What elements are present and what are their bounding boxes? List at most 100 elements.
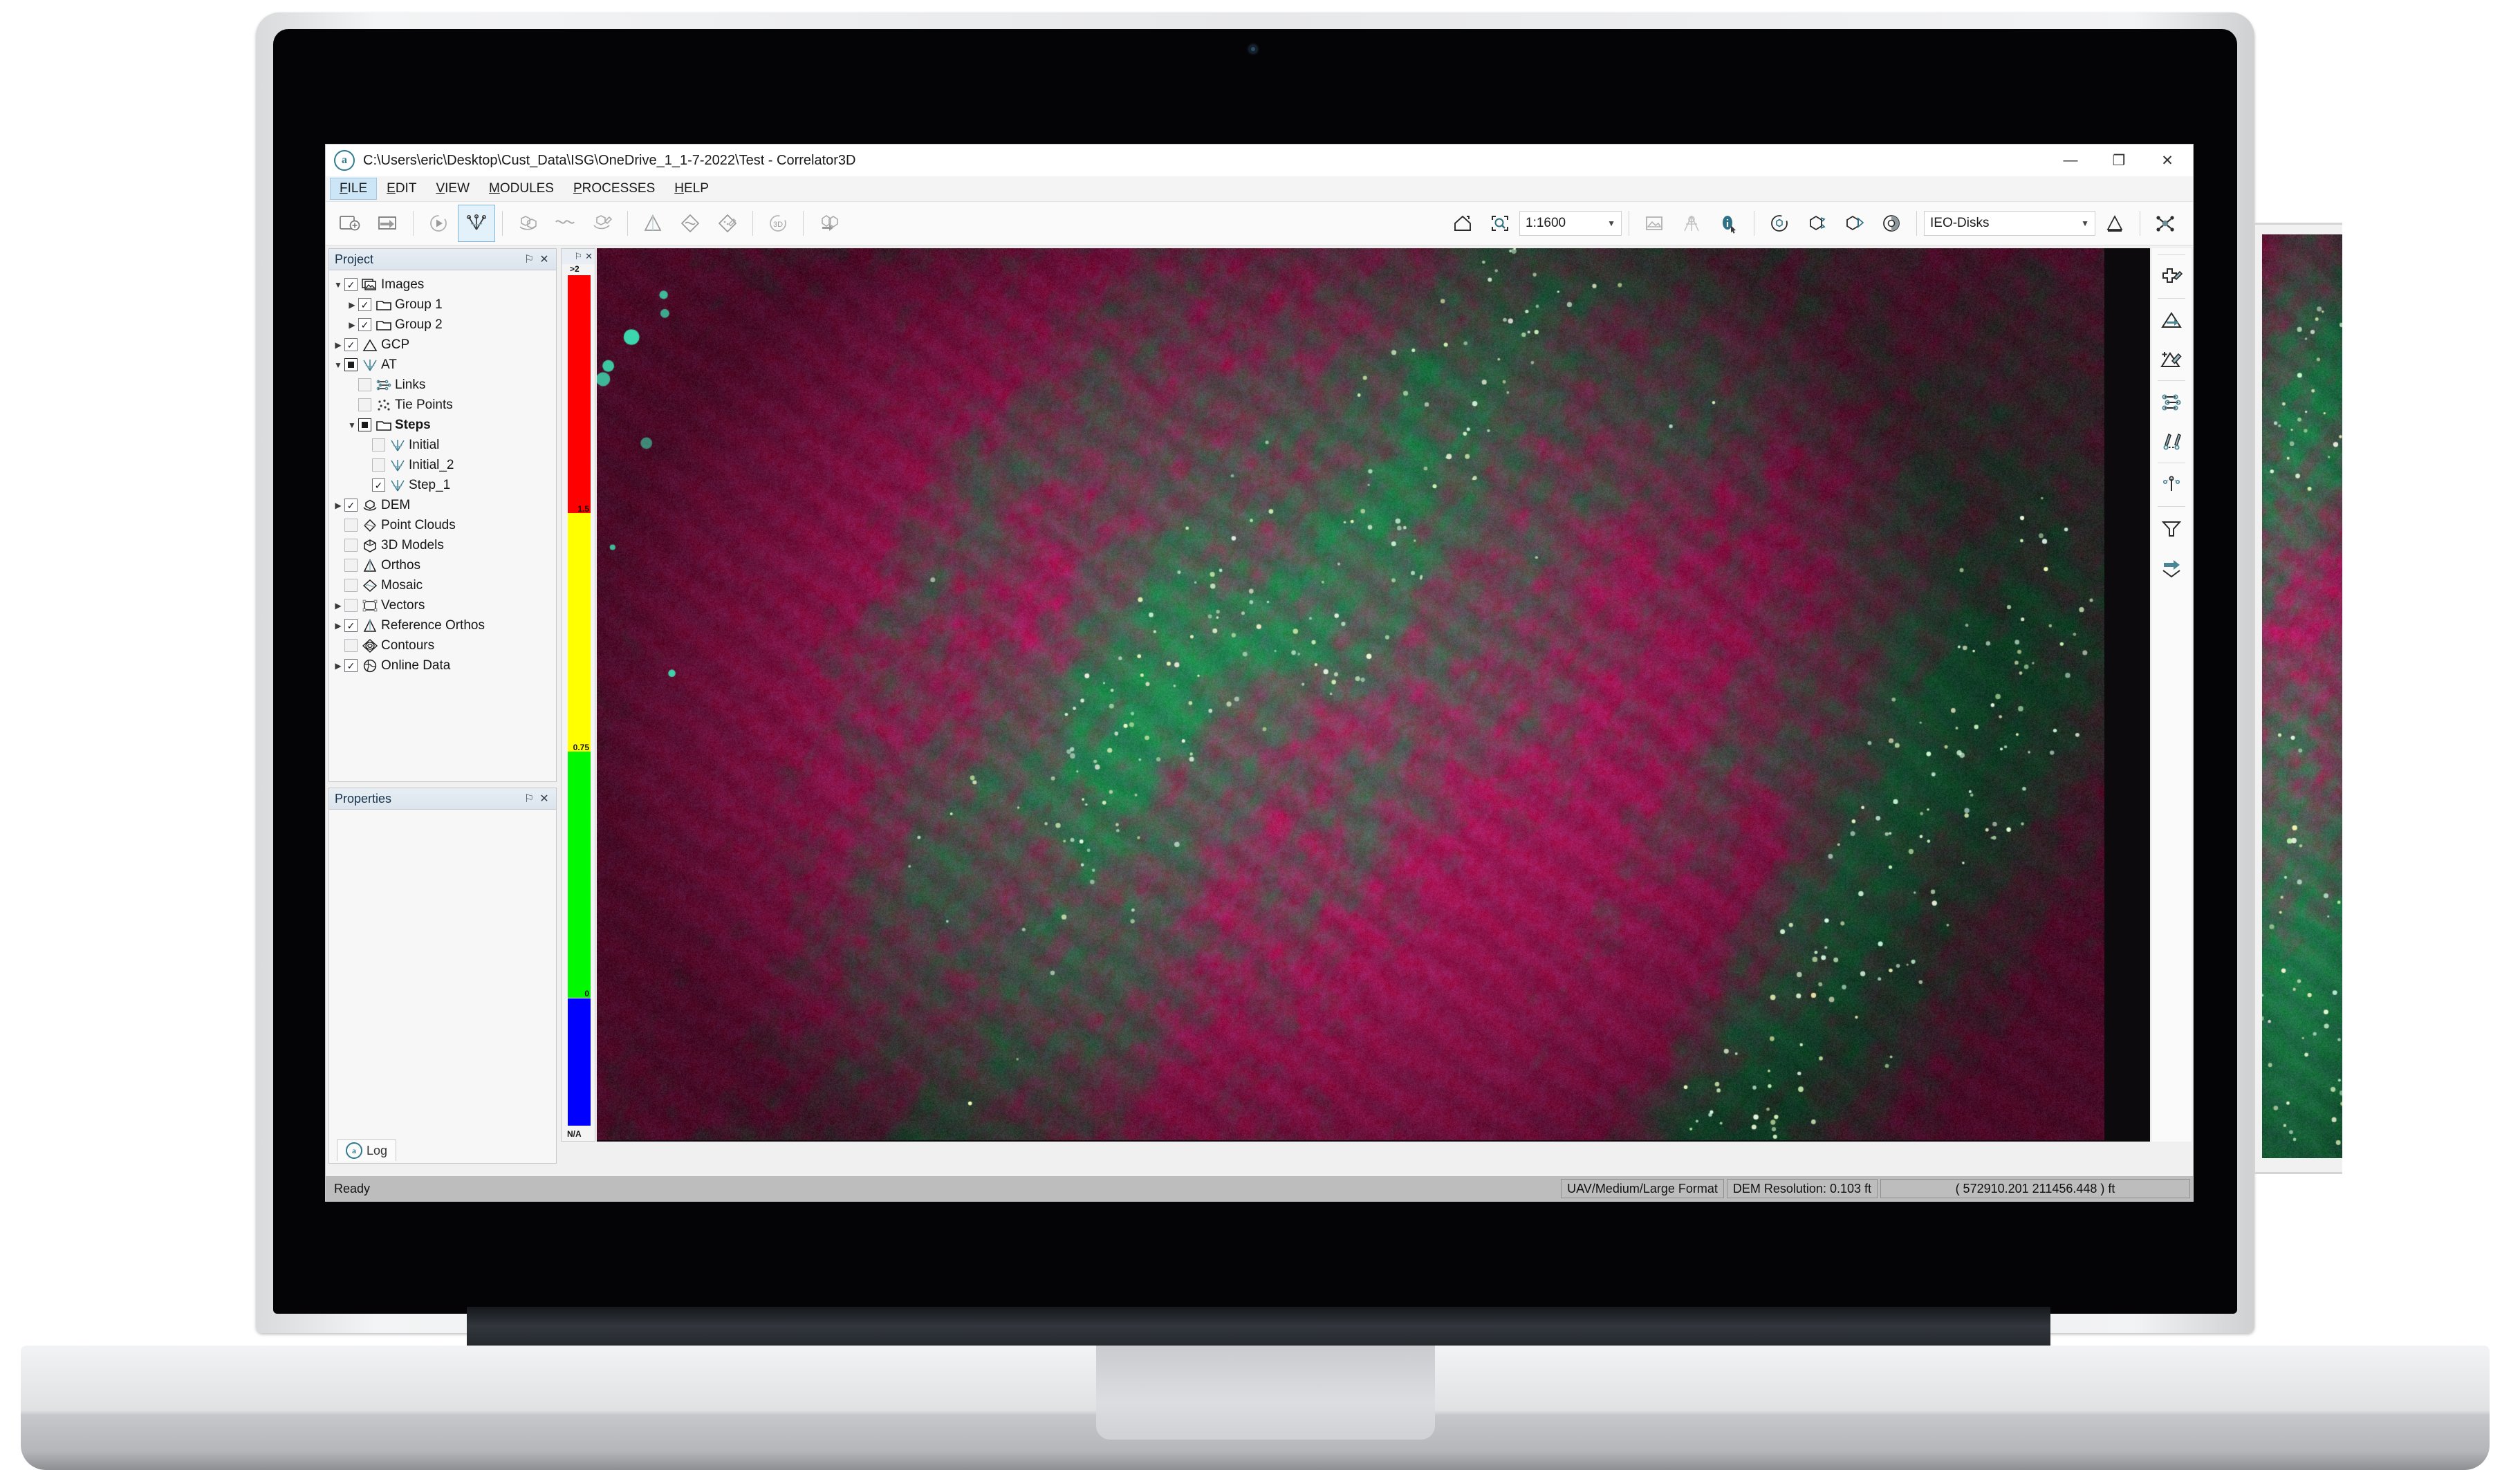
maximize-button[interactable]: ❐ bbox=[2095, 145, 2143, 176]
zoom-to-extent-icon[interactable] bbox=[1482, 205, 1518, 241]
chevron-right-icon[interactable]: ▶ bbox=[346, 300, 358, 310]
move-triangle-icon[interactable] bbox=[2154, 301, 2189, 339]
tree-item-dem[interactable]: ▶ ✓ DEM bbox=[332, 495, 556, 515]
minimize-button[interactable]: — bbox=[2046, 145, 2095, 176]
tree-item-initial-2[interactable]: ▶ Initial_2 bbox=[332, 455, 556, 475]
checkbox-vectors[interactable] bbox=[344, 599, 358, 612]
tab-log[interactable]: a Log bbox=[337, 1139, 397, 1161]
image-view-icon[interactable] bbox=[1636, 205, 1672, 241]
checkbox-initial[interactable] bbox=[372, 438, 385, 452]
run-process-icon[interactable] bbox=[420, 205, 456, 241]
dem-edit-icon[interactable] bbox=[584, 205, 620, 241]
measure-pair-icon[interactable] bbox=[2154, 422, 2189, 460]
tree-item-group-2[interactable]: ▶ ✓ Group 2 bbox=[332, 315, 556, 335]
tree-item-initial[interactable]: ▶ Initial bbox=[332, 435, 556, 455]
new-project-icon[interactable] bbox=[333, 205, 369, 241]
chevron-right-icon[interactable]: ▶ bbox=[332, 621, 344, 631]
close-icon[interactable]: ✕ bbox=[537, 792, 552, 806]
chevron-right-icon[interactable]: ▶ bbox=[346, 320, 358, 330]
dem-surface-icon[interactable] bbox=[547, 205, 583, 241]
next-arrow-icon[interactable] bbox=[2154, 548, 2189, 586]
checkbox-tie-points[interactable] bbox=[358, 398, 371, 411]
three-d-icon[interactable]: 3D bbox=[760, 205, 796, 241]
open-project-icon[interactable] bbox=[370, 205, 406, 241]
stereo-view-icon[interactable] bbox=[1674, 205, 1710, 241]
checkbox-group-2[interactable]: ✓ bbox=[358, 318, 371, 331]
checkbox-at[interactable] bbox=[344, 358, 358, 371]
tree-item-reference-orthos[interactable]: ▶ ✓ Reference Orthos bbox=[332, 615, 556, 635]
checkbox-gcp[interactable]: ✓ bbox=[344, 338, 358, 351]
tree-item-orthos[interactable]: ▶ Orthos bbox=[332, 555, 556, 575]
export-3d-icon[interactable] bbox=[810, 205, 846, 241]
chevron-down-icon[interactable]: ▼ bbox=[332, 360, 344, 370]
home-view-icon[interactable] bbox=[1445, 205, 1481, 241]
add-edit-tin-icon[interactable] bbox=[2154, 339, 2189, 378]
menu-item-modules[interactable]: MODULES bbox=[479, 178, 564, 200]
tree-item-mosaic[interactable]: ▶ Mosaic bbox=[332, 575, 556, 595]
cube-flip-icon[interactable] bbox=[1836, 205, 1872, 241]
filter-icon[interactable] bbox=[2154, 509, 2189, 548]
map-viewport[interactable] bbox=[597, 248, 2150, 1142]
chevron-right-icon[interactable]: ▶ bbox=[332, 661, 344, 671]
tree-item-steps[interactable]: ▼ Steps bbox=[332, 415, 556, 435]
checkbox-images[interactable]: ✓ bbox=[344, 278, 358, 291]
checkbox-reference-orthos[interactable]: ✓ bbox=[344, 619, 358, 632]
checkbox-steps[interactable] bbox=[358, 418, 371, 431]
aerial-triangulation-icon[interactable] bbox=[458, 205, 495, 242]
chevron-right-icon[interactable]: ▶ bbox=[332, 340, 344, 350]
ortho-pyramid-icon[interactable] bbox=[2097, 205, 2133, 241]
point-cloud-icon[interactable] bbox=[510, 205, 546, 241]
add-gcp-icon[interactable] bbox=[2154, 257, 2189, 296]
checkbox-links[interactable] bbox=[358, 378, 371, 391]
checkbox-dem[interactable]: ✓ bbox=[344, 499, 358, 512]
tree-item-point-clouds[interactable]: ▶ Point Clouds bbox=[332, 515, 556, 535]
info-tool-icon[interactable] bbox=[1711, 205, 1747, 241]
shading-icon[interactable] bbox=[1873, 205, 1909, 241]
ray-point-icon[interactable] bbox=[2154, 465, 2189, 504]
checkbox-3d-models[interactable] bbox=[344, 539, 358, 552]
tree-item-contours[interactable]: ▶ Contours bbox=[332, 635, 556, 655]
links-icon[interactable] bbox=[2154, 383, 2189, 422]
tree-item-online-data[interactable]: ▶ ✓ Online Data bbox=[332, 655, 556, 676]
cube-rotate-icon[interactable] bbox=[1799, 205, 1835, 241]
close-button[interactable]: ✕ bbox=[2143, 145, 2192, 176]
tree-item-links[interactable]: ▶ Links bbox=[332, 375, 556, 395]
checkbox-online-data[interactable]: ✓ bbox=[344, 659, 358, 672]
pin-icon[interactable]: ⚐ bbox=[521, 252, 537, 266]
close-icon[interactable]: ✕ bbox=[537, 252, 552, 266]
checkbox-step-1[interactable]: ✓ bbox=[372, 478, 385, 492]
tree-item-images[interactable]: ▼ ✓ Images bbox=[332, 275, 556, 295]
menu-item-help[interactable]: HELP bbox=[665, 178, 719, 200]
tree-item-step-1[interactable]: ▶✓ Step_1 bbox=[332, 475, 556, 495]
tree-item-vectors[interactable]: ▶ Vectors bbox=[332, 595, 556, 615]
checkbox-orthos[interactable] bbox=[344, 559, 358, 572]
pin-icon[interactable]: ⚐ bbox=[574, 251, 582, 262]
checkbox-initial-2[interactable] bbox=[372, 458, 385, 472]
menu-item-file[interactable]: FILE bbox=[330, 178, 378, 200]
tree-item-group-1[interactable]: ▶ ✓ Group 1 bbox=[332, 295, 556, 315]
checkbox-mosaic[interactable] bbox=[344, 579, 358, 592]
tree-item-gcp[interactable]: ▶ ✓ GCP bbox=[332, 335, 556, 355]
layer-select[interactable]: IEO-Disks ▼ bbox=[1924, 211, 2095, 236]
menu-item-edit[interactable]: EDIT bbox=[377, 178, 426, 200]
checkbox-contours[interactable] bbox=[344, 639, 358, 652]
orthophoto-imagery[interactable] bbox=[597, 248, 2104, 1140]
rotate-globe-icon[interactable] bbox=[1761, 205, 1797, 241]
ortho-icon[interactable] bbox=[635, 205, 671, 241]
menu-item-processes[interactable]: PROCESSES bbox=[564, 178, 665, 200]
network-icon[interactable] bbox=[2147, 205, 2183, 241]
tree-item-tie-points[interactable]: ▶ Tie Points bbox=[332, 395, 556, 415]
menu-item-view[interactable]: VIEW bbox=[426, 178, 479, 200]
pin-icon[interactable]: ⚐ bbox=[521, 792, 537, 806]
mosaic-edit-icon[interactable] bbox=[710, 205, 745, 241]
checkbox-group-1[interactable]: ✓ bbox=[358, 298, 371, 311]
close-icon[interactable]: ✕ bbox=[585, 251, 593, 262]
chevron-down-icon[interactable]: ▼ bbox=[346, 420, 358, 430]
tree-item-at[interactable]: ▼ AT bbox=[332, 355, 556, 375]
chevron-right-icon[interactable]: ▶ bbox=[332, 601, 344, 611]
tree-item-3d-models[interactable]: ▶ 3D Models bbox=[332, 535, 556, 555]
checkbox-point-clouds[interactable] bbox=[344, 519, 358, 532]
chevron-right-icon[interactable]: ▶ bbox=[332, 501, 344, 510]
scale-select[interactable]: 1:1600 ▼ bbox=[1519, 211, 1622, 236]
mosaic-icon[interactable] bbox=[672, 205, 708, 241]
